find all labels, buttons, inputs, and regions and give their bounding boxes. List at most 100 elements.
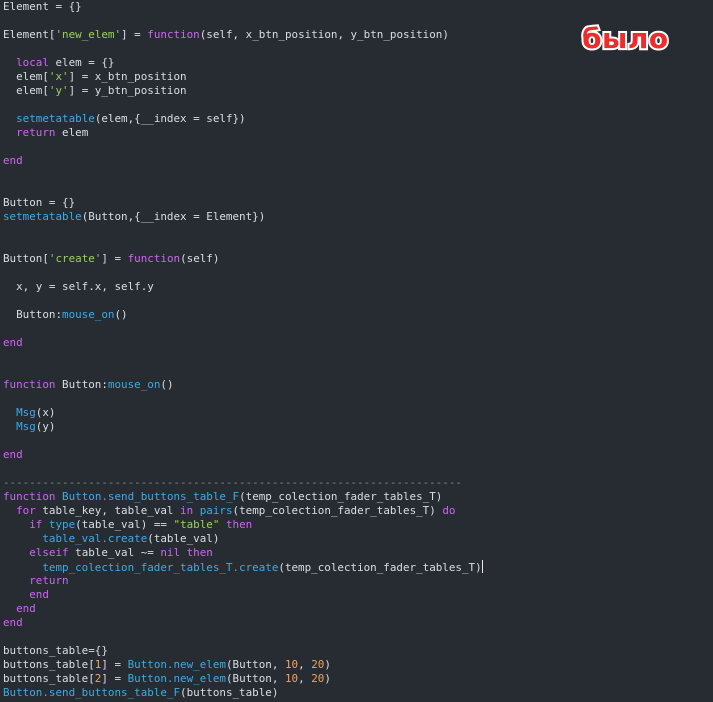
code-line[interactable] bbox=[3, 294, 483, 308]
code-line[interactable] bbox=[3, 364, 483, 378]
code-text: Element[ bbox=[3, 28, 56, 41]
code-text: table_val ~= bbox=[68, 546, 161, 559]
code-line[interactable]: buttons_table[2] = Button.new_elem(Butto… bbox=[3, 672, 483, 686]
code-line[interactable]: x, y = self.x, self.y bbox=[3, 280, 483, 294]
keyword-token: end bbox=[16, 602, 36, 615]
string-token: 'x' bbox=[48, 70, 69, 83]
code-line[interactable]: ----------------------------------------… bbox=[3, 476, 483, 490]
code-line[interactable] bbox=[3, 392, 483, 406]
function-token: type bbox=[48, 518, 76, 531]
code-line[interactable]: elem['y'] = y_btn_position bbox=[3, 84, 483, 98]
code-text: (elem,{__index = self}) bbox=[94, 112, 246, 125]
code-line[interactable] bbox=[3, 434, 483, 448]
code-line[interactable]: function Button.send_buttons_table_F(tem… bbox=[3, 490, 483, 504]
comment-token: ----------------------------------------… bbox=[3, 476, 462, 489]
code-text: (Button,{__index = Element}) bbox=[81, 210, 266, 223]
code-line[interactable]: setmetatable(elem,{__index = self}) bbox=[3, 112, 483, 126]
number-token: 20 bbox=[311, 672, 325, 685]
code-text: x, y = self.x, self.y bbox=[3, 280, 154, 293]
code-line[interactable]: end bbox=[3, 602, 483, 616]
code-line[interactable] bbox=[3, 140, 483, 154]
code-text: Button = {} bbox=[3, 196, 76, 209]
code-line[interactable]: function Button:mouse_on() bbox=[3, 378, 483, 392]
code-line[interactable]: elem['x'] = x_btn_position bbox=[3, 70, 483, 84]
code-line[interactable] bbox=[3, 224, 483, 238]
code-line[interactable]: if type(table_val) == "table" then bbox=[3, 518, 483, 532]
code-line[interactable]: local elem = {} bbox=[3, 56, 483, 70]
function-token: setmetatable bbox=[16, 112, 95, 125]
code-text: (table_val) bbox=[147, 532, 220, 545]
code-text: Button[ bbox=[3, 252, 49, 265]
function-token: mouse_on bbox=[62, 308, 115, 321]
code-line[interactable]: return elem bbox=[3, 126, 483, 140]
code-line[interactable]: Button.send_buttons_table_F(buttons_tabl… bbox=[3, 686, 483, 700]
code-line[interactable]: buttons_table={} bbox=[3, 644, 483, 658]
code-line[interactable]: end bbox=[3, 588, 483, 602]
code-text: (self, x_btn_position, y_btn_position) bbox=[199, 28, 449, 41]
code-text: ) bbox=[324, 658, 331, 671]
code-text: elem[ bbox=[3, 70, 49, 83]
code-line[interactable]: Element['new_elem'] = function(self, x_b… bbox=[3, 28, 483, 42]
code-text: , bbox=[298, 672, 312, 685]
keyword-token: end bbox=[29, 588, 49, 601]
code-text: Element = {} bbox=[3, 0, 82, 13]
code-line[interactable] bbox=[3, 462, 483, 476]
code-line[interactable]: end bbox=[3, 336, 483, 350]
code-line[interactable]: temp_colection_fader_tables_T.create(tem… bbox=[3, 560, 483, 574]
code-line[interactable]: for table_key, table_val in pairs(temp_c… bbox=[3, 504, 483, 518]
code-line[interactable] bbox=[3, 630, 483, 644]
code-line[interactable] bbox=[3, 350, 483, 364]
code-line[interactable] bbox=[3, 14, 483, 28]
code-text: elem = {} bbox=[48, 56, 115, 69]
code-line[interactable] bbox=[3, 322, 483, 336]
code-line[interactable] bbox=[3, 42, 483, 56]
code-line[interactable]: buttons_table[1] = Button.new_elem(Butto… bbox=[3, 658, 483, 672]
code-line[interactable]: Button['create'] = function(self) bbox=[3, 252, 483, 266]
code-line[interactable]: Button:mouse_on() bbox=[3, 308, 483, 322]
code-line[interactable]: Msg(x) bbox=[3, 406, 483, 420]
function-token: Msg bbox=[16, 406, 36, 419]
code-line[interactable]: table_val.create(table_val) bbox=[3, 532, 483, 546]
keyword-token: function bbox=[147, 28, 200, 41]
code-line[interactable]: Element = {} bbox=[3, 0, 483, 14]
code-line[interactable] bbox=[3, 168, 483, 182]
code-text: (x) bbox=[35, 406, 56, 419]
code-line[interactable] bbox=[3, 98, 483, 112]
code-line[interactable]: end bbox=[3, 154, 483, 168]
keyword-token: then bbox=[225, 518, 253, 531]
code-text: (self) bbox=[180, 252, 220, 265]
string-token: 'new_elem' bbox=[55, 28, 122, 41]
keyword-token: local bbox=[16, 56, 49, 69]
code-line[interactable]: return bbox=[3, 574, 483, 588]
code-line[interactable]: end bbox=[3, 448, 483, 462]
keyword-token: return bbox=[16, 126, 56, 139]
code-line[interactable] bbox=[3, 266, 483, 280]
keyword-token: in bbox=[180, 504, 194, 517]
keyword-token: nil bbox=[160, 546, 181, 559]
code-text: ] = bbox=[101, 672, 128, 685]
code-line[interactable] bbox=[3, 182, 483, 196]
code-line[interactable]: end bbox=[3, 616, 483, 630]
code-text: ] = bbox=[101, 252, 128, 265]
function-token: pairs bbox=[199, 504, 233, 517]
string-token: "table" bbox=[173, 518, 220, 531]
code-text: (Button, bbox=[225, 658, 285, 671]
code-text: Button: bbox=[55, 378, 108, 391]
code-line[interactable]: elseif table_val ~= nil then bbox=[3, 546, 483, 560]
code-line[interactable] bbox=[3, 238, 483, 252]
code-line[interactable]: Msg(y) bbox=[3, 420, 483, 434]
string-token: 'create' bbox=[48, 252, 102, 265]
code-line[interactable]: setmetatable(Button,{__index = Element}) bbox=[3, 210, 483, 224]
keyword-token: end bbox=[3, 616, 23, 629]
code-line[interactable]: Button = {} bbox=[3, 196, 483, 210]
function-token: temp_colection_fader_tables_T.create bbox=[42, 561, 279, 574]
code-editor[interactable]: Element = {} Element['new_elem'] = functi… bbox=[0, 0, 713, 702]
number-token: 10 bbox=[284, 658, 299, 671]
code-area[interactable]: Element = {} Element['new_elem'] = functi… bbox=[3, 0, 483, 700]
keyword-token: if bbox=[29, 518, 43, 531]
